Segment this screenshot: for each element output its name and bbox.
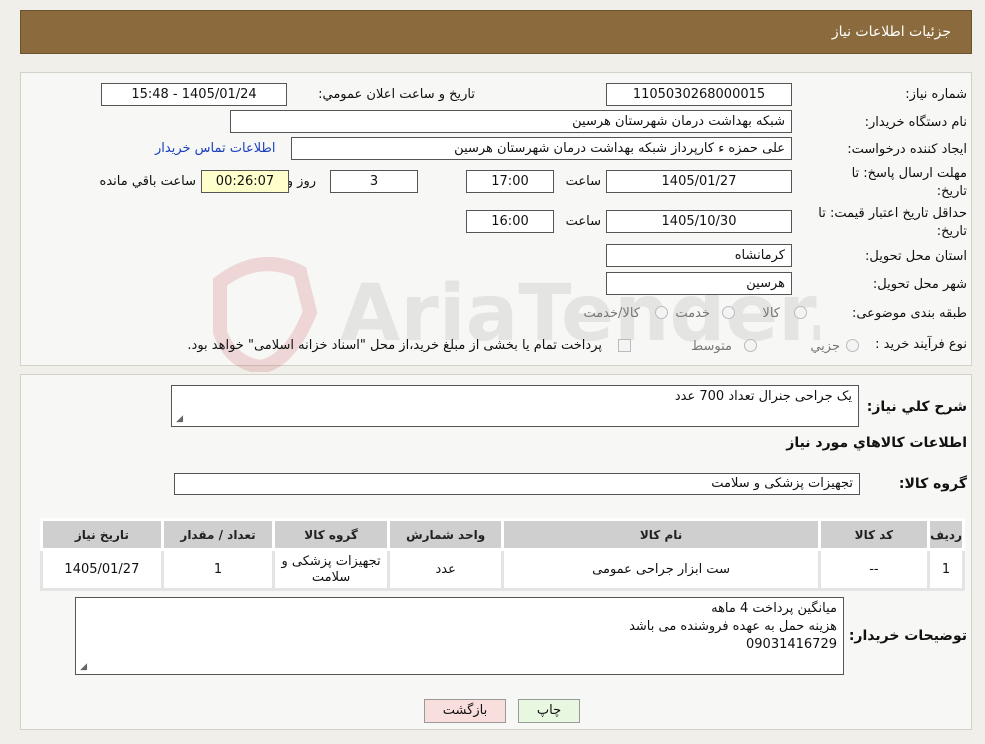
buyer-notes-line-3: 09031416729 [746,637,837,652]
need-number-label: شماره نیاز: [905,87,967,102]
payment-note: پرداخت تمام يا بخشی از مبلغ خريد،از محل … [187,338,602,353]
category-option-service: خدمت [675,306,710,321]
category-radio-goods-service[interactable] [655,306,668,319]
col-header-code: کد کالا [817,518,931,551]
summary-text: یک جراحی جنرال تعداد 700 عدد [674,389,852,404]
buyer-contact-link[interactable]: اطلاعات تماس خريدار [155,141,275,156]
col-header-group: گروه کالا [272,518,390,551]
treasury-bonds-checkbox[interactable] [618,339,631,352]
resize-grip-icon[interactable]: ◢ [78,663,87,672]
province-field: کرمانشاه [606,244,792,267]
remaining-time-field: 00:26:07 [201,170,289,193]
category-radio-goods[interactable] [794,306,807,319]
category-radio-service[interactable] [722,306,735,319]
cell-group: تجهیزات پزشکی و سلامت [272,548,390,591]
days-label: روز و [286,174,316,189]
buyer-notes-textarea[interactable]: میانگین پرداخت 4 ماهه هزینه حمل به عهده … [75,597,844,675]
province-label: استان محل تحويل: [865,249,967,264]
buyer-notes-line-1: میانگین پرداخت 4 ماهه [711,601,837,616]
process-radio-medium[interactable] [744,339,757,352]
category-option-goods: کالا [762,306,780,321]
table-row: 1 -- ست ابزار جراحی عمومی عدد تجهیزات پز… [40,548,965,591]
table-header-row: رديف کد کالا نام کالا واحد شمارش گروه کا… [40,518,965,551]
cell-row-number: 1 [927,548,965,591]
city-label: شهر محل تحويل: [872,277,967,292]
validity-time-label: ساعت [565,214,601,229]
category-label: طبقه بندی موضوعی: [851,306,967,321]
validity-time-field: 16:00 [466,210,554,233]
category-option-goods-service: کالا/خدمت [583,306,640,321]
cell-quantity: 1 [160,548,276,591]
goods-table: رديف کد کالا نام کالا واحد شمارش گروه کا… [40,518,965,591]
col-header-quantity: تعداد / مقدار [160,518,276,551]
cell-unit: عدد [386,548,505,591]
days-remaining-field: 3 [330,170,418,193]
requester-field: علی حمزه ء کارپرداز شبکه بهداشت درمان شه… [291,137,792,160]
requester-label: ايجاد کننده درخواست: [847,142,967,157]
cell-name: ست ابزار جراحی عمومی [501,548,821,591]
deadline-label-date: تاريخ: [936,184,967,199]
deadline-time-label: ساعت [565,174,601,189]
col-header-row-number: رديف [927,518,965,551]
announce-datetime-field: 1405/01/24 - 15:48 [101,83,287,106]
validity-date-field: 1405/10/30 [606,210,792,233]
buyer-org-field: شبکه بهداشت درمان شهرستان هرسین [230,110,792,133]
resize-grip-icon[interactable]: ◢ [174,415,183,424]
col-header-name: نام کالا [501,518,821,551]
deadline-label: مهلت ارسال پاسخ: تا [851,166,967,181]
buyer-notes-line-2: هزینه حمل به عهده فروشنده می باشد [629,619,837,634]
need-number-field: 1105030268000015 [606,83,792,106]
process-option-medium: متوسط [691,339,732,354]
buyer-org-label: نام دستگاه خريدار: [864,115,967,130]
cell-need-date: 1405/01/27 [40,548,164,591]
print-button[interactable]: چاپ [518,699,580,723]
deadline-date-field: 1405/01/27 [606,170,792,193]
col-header-unit: واحد شمارش [386,518,505,551]
goods-info-title: اطلاعات کالاهاي مورد نياز [786,435,967,451]
cell-code: -- [817,548,931,591]
deadline-time-field: 17:00 [466,170,554,193]
validity-label: حداقل تاريخ اعتبار قيمت: تا [818,206,967,221]
col-header-need-date: تاريخ نياز [40,518,164,551]
process-radio-minor[interactable] [846,339,859,352]
city-field: هرسین [606,272,792,295]
buyer-notes-label: توضيحات خريدار: [848,628,967,644]
goods-group-label: گروه کالا: [898,476,967,492]
summary-label: شرح كلي نياز: [866,399,967,415]
page-header: جزئیات اطلاعات نیاز [20,10,972,54]
remaining-time-label: ساعت باقي مانده [99,174,196,189]
summary-textarea[interactable]: یک جراحی جنرال تعداد 700 عدد ◢ [171,385,859,427]
page-title: جزئیات اطلاعات نیاز [831,24,951,40]
process-label: نوع فرآيند خريد : [875,337,967,352]
announce-label: تاریخ و ساعت اعلان عمومي: [318,87,475,102]
process-option-minor: جزيي [810,339,840,354]
back-button[interactable]: بازگشت [424,699,506,723]
goods-group-field: تجهیزات پزشکی و سلامت [174,473,860,495]
validity-label-date: تاريخ: [936,224,967,239]
